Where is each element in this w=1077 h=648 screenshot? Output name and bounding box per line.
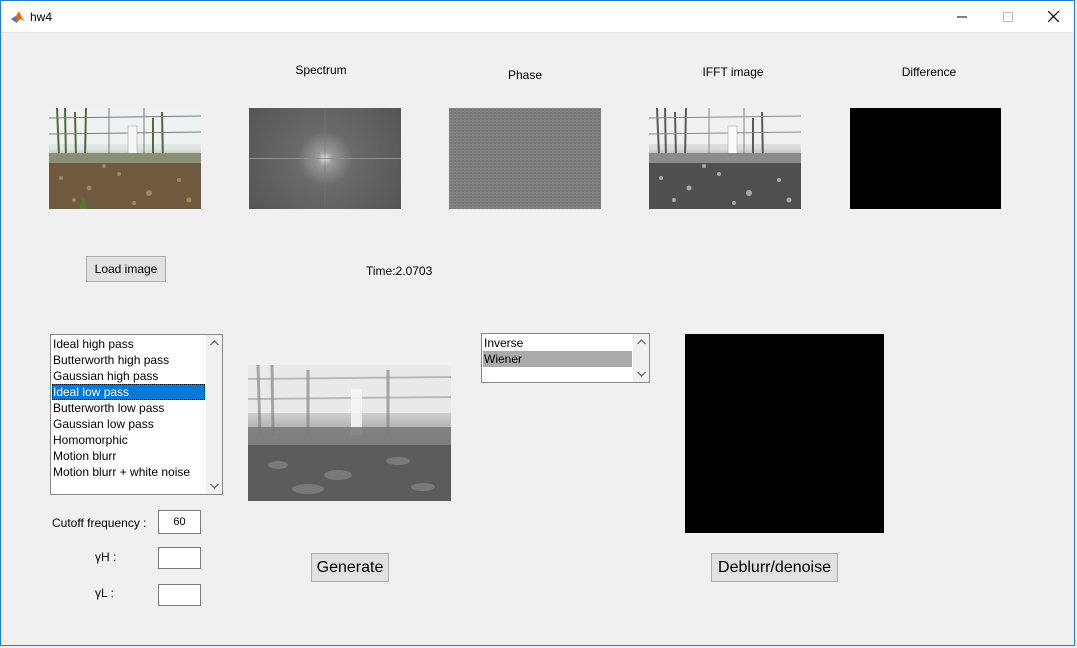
list-item-selected[interactable]: Wiener	[483, 351, 632, 367]
gamma-l-label: γL :	[95, 586, 114, 600]
restoration-listbox[interactable]: Inverse Wiener	[481, 333, 650, 383]
scroll-down-icon[interactable]	[206, 478, 222, 494]
list-item[interactable]: Butterworth high pass	[52, 352, 205, 368]
load-image-label: Load image	[94, 262, 158, 276]
ifft-image	[649, 108, 801, 209]
restoration-list-items: Inverse Wiener	[483, 335, 632, 367]
original-image	[49, 108, 201, 209]
list-item[interactable]: Inverse	[483, 335, 632, 351]
close-icon[interactable]	[1030, 1, 1076, 32]
generate-label: Generate	[316, 558, 384, 576]
cutoff-label: Cutoff frequency :	[52, 516, 147, 530]
restoration-scrollbar[interactable]	[632, 334, 649, 382]
filter-list-items: Ideal high pass Butterworth high pass Ga…	[52, 336, 205, 480]
scroll-up-icon[interactable]	[633, 334, 649, 350]
list-item[interactable]: Gaussian low pass	[52, 416, 205, 432]
deblur-denoise-button[interactable]: Deblurr/denoise	[711, 553, 838, 582]
filter-scrollbar[interactable]	[205, 335, 222, 494]
filtered-image	[248, 365, 451, 501]
gamma-h-label: γH :	[95, 550, 117, 564]
scroll-up-icon[interactable]	[206, 335, 222, 351]
generate-button[interactable]: Generate	[311, 553, 389, 582]
list-item[interactable]: Ideal high pass	[52, 336, 205, 352]
title-bar: hw4	[1, 1, 1074, 33]
filter-listbox[interactable]: Ideal high pass Butterworth high pass Ga…	[50, 334, 223, 495]
list-item[interactable]: Butterworth low pass	[52, 400, 205, 416]
list-item[interactable]: Motion blurr	[52, 448, 205, 464]
spectrum-header: Spectrum	[295, 63, 347, 77]
difference-image	[850, 108, 1001, 209]
matlab-icon	[10, 10, 26, 24]
spectrum-image	[249, 108, 401, 209]
window-title: hw4	[30, 10, 53, 24]
load-image-button[interactable]: Load image	[86, 256, 166, 282]
time-text: Time:2.0703	[366, 264, 433, 278]
restored-image	[685, 334, 884, 533]
list-item[interactable]: Homomorphic	[52, 432, 205, 448]
minimize-icon[interactable]	[939, 1, 985, 32]
list-item[interactable]: Gaussian high pass	[52, 368, 205, 384]
ifft-header: IFFT image	[702, 65, 764, 79]
cutoff-input[interactable]	[158, 510, 201, 534]
phase-header: Phase	[507, 68, 543, 82]
phase-image	[449, 108, 601, 209]
list-item[interactable]: Motion blurr + white noise	[52, 464, 205, 480]
gamma-l-input[interactable]	[158, 584, 201, 606]
maximize-icon[interactable]	[985, 1, 1031, 32]
deblur-denoise-label: Deblurr/denoise	[718, 558, 831, 576]
difference-header: Difference	[901, 65, 957, 79]
gamma-h-input[interactable]	[158, 547, 201, 569]
list-item-selected[interactable]: Ideal low pass	[52, 384, 205, 400]
scroll-down-icon[interactable]	[633, 366, 649, 382]
